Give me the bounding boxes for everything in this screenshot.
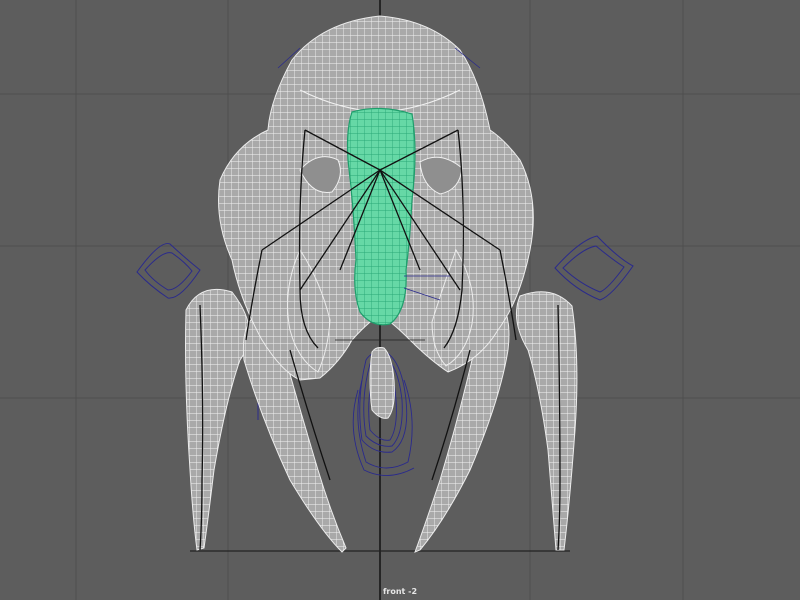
selected-mesh[interactable] [346, 107, 416, 326]
camera-name-label: front -2 [382, 587, 418, 596]
creature-legs[interactable] [185, 288, 578, 553]
left-outer-leg [185, 288, 250, 551]
front-viewport[interactable]: front -2 [0, 0, 800, 600]
right-outer-leg [515, 291, 578, 551]
viewport-canvas[interactable] [0, 0, 800, 600]
proboscis-mesh[interactable] [369, 347, 395, 419]
